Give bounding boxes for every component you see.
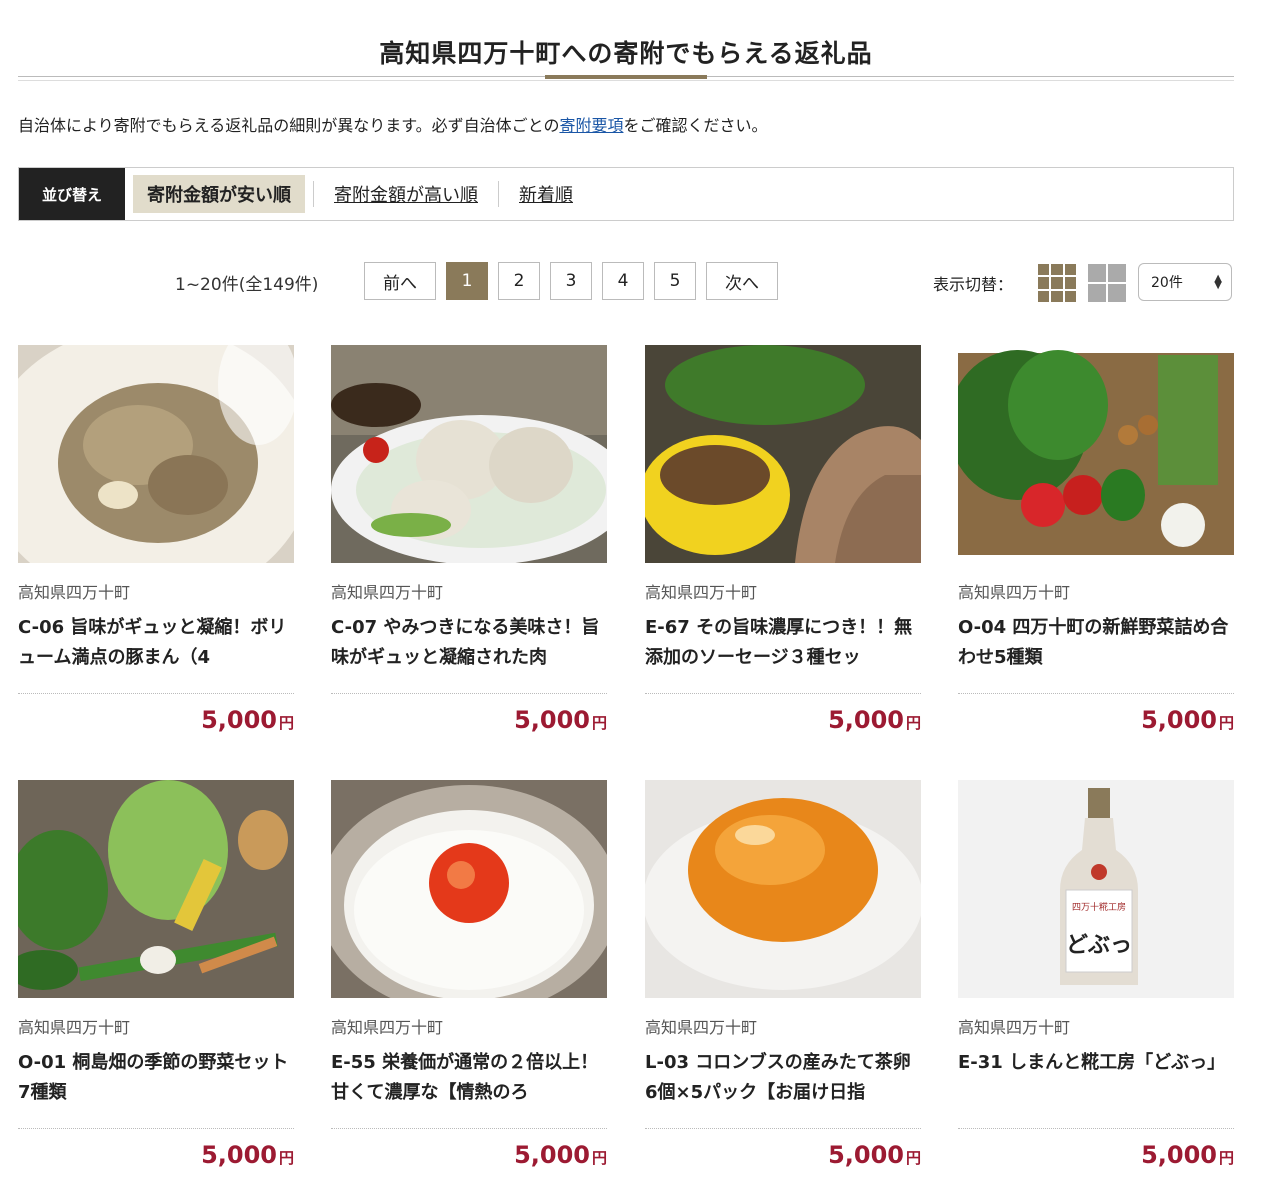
product-card[interactable]: 高知県四万十町 C-07 やみつきになる美味さ！旨味がギュッと凝縮された肉 5,…	[331, 345, 607, 734]
product-card[interactable]: 高知県四万十町 C-06 旨味がギュッと凝縮！ボリューム満点の豚まん（4 5,0…	[18, 345, 294, 734]
product-name[interactable]: O-04 四万十町の新鮮野菜詰め合わせ5種類	[958, 613, 1234, 673]
product-name[interactable]: L-03 コロンブスの産みたて茶卵 6個×5パック【お届け日指	[645, 1048, 921, 1108]
product-image-pork-bun[interactable]	[18, 345, 294, 563]
price-value: 5,000	[1141, 706, 1217, 734]
card-divider	[331, 693, 607, 694]
product-price: 5,000 円	[18, 1141, 294, 1169]
page-button-1[interactable]: 1	[446, 262, 488, 300]
result-count: 1~20件(全149件)	[175, 275, 319, 295]
card-divider	[645, 1128, 921, 1129]
card-divider	[958, 1128, 1234, 1129]
product-image-doburoku-bottle[interactable]: 四万十糀工房 どぶっ	[958, 780, 1234, 998]
municipality: 高知県四万十町	[331, 1018, 444, 1037]
product-image-sausage[interactable]	[645, 345, 921, 563]
page-title: 高知県四万十町への寄附でもらえる返礼品	[379, 39, 873, 68]
sort-price-ascending[interactable]: 寄附金額が安い順	[133, 175, 305, 213]
product-card[interactable]: 高知県四万十町 L-03 コロンブスの産みたて茶卵 6個×5パック【お届け日指 …	[645, 780, 921, 1169]
product-price: 5,000 円	[18, 706, 294, 734]
price-value: 5,000	[828, 706, 904, 734]
card-divider	[18, 1128, 294, 1129]
view-toggle-label: 表示切替：	[933, 275, 1014, 294]
title-accent-bar	[545, 75, 707, 79]
card-divider	[958, 693, 1234, 694]
per-page-select[interactable]: 20件 ▲ ▼	[1138, 263, 1232, 301]
product-name[interactable]: C-06 旨味がギュッと凝縮！ボリューム満点の豚まん（4	[18, 613, 294, 673]
product-name[interactable]: E-55 栄養価が通常の２倍以上！甘くて濃厚な【情熱のろ	[331, 1048, 607, 1108]
price-value: 5,000	[514, 706, 590, 734]
price-value: 5,000	[201, 706, 277, 734]
product-price: 5,000 円	[331, 1141, 607, 1169]
page-header: 高知県四万十町への寄附でもらえる返礼品	[18, 0, 1234, 82]
product-price: 5,000 円	[645, 1141, 921, 1169]
product-image-vegetables-5[interactable]	[958, 345, 1234, 563]
price-unit: 円	[591, 714, 607, 732]
sort-price-descending[interactable]: 寄附金額が高い順	[314, 180, 498, 208]
bottle-title-text: どぶっ	[1066, 933, 1132, 958]
product-name[interactable]: E-67 その旨味濃厚につき！！無添加のソーセージ３種セッ	[645, 613, 921, 673]
municipality: 高知県四万十町	[958, 1018, 1071, 1037]
product-card[interactable]: 高知県四万十町 O-04 四万十町の新鮮野菜詰め合わせ5種類 5,000 円	[958, 345, 1234, 734]
price-unit: 円	[1218, 1149, 1234, 1167]
grid-2x2-icon[interactable]	[1088, 264, 1126, 302]
product-image-egg[interactable]	[645, 780, 921, 998]
card-divider	[331, 1128, 607, 1129]
price-value: 5,000	[1141, 1141, 1217, 1169]
product-price: 5,000 円	[958, 706, 1234, 734]
page-button-5[interactable]: 5	[654, 262, 696, 300]
product-price: 5,000 円	[331, 706, 607, 734]
product-card[interactable]: 高知県四万十町 E-67 その旨味濃厚につき！！無添加のソーセージ３種セッ 5,…	[645, 345, 921, 734]
product-image-egg-rice[interactable]	[331, 780, 607, 998]
product-price: 5,000 円	[958, 1141, 1234, 1169]
price-value: 5,000	[828, 1141, 904, 1169]
card-divider	[645, 693, 921, 694]
municipality: 高知県四万十町	[645, 583, 758, 602]
price-unit: 円	[591, 1149, 607, 1167]
municipality: 高知県四万十町	[331, 583, 444, 602]
notice-before: 自治体により寄附でもらえる返礼品の細則が異なります。必ず自治体ごとの	[18, 116, 560, 135]
product-card[interactable]: 高知県四万十町 E-55 栄養価が通常の２倍以上！甘くて濃厚な【情熱のろ 5,0…	[331, 780, 607, 1169]
pagination: 前へ 1 2 3 4 5 次へ	[364, 262, 778, 300]
notice-text: 自治体により寄附でもらえる返礼品の細則が異なります。必ず自治体ごとの寄附要項をご…	[18, 112, 767, 136]
next-page-button[interactable]: 次へ	[706, 262, 778, 300]
price-value: 5,000	[514, 1141, 590, 1169]
product-name[interactable]: E-31 しまんと糀工房「どぶっ」	[958, 1048, 1234, 1108]
title-divider-secondary	[18, 80, 1234, 81]
page-button-2[interactable]: 2	[498, 262, 540, 300]
price-unit: 円	[278, 714, 294, 732]
product-name[interactable]: C-07 やみつきになる美味さ！旨味がギュッと凝縮された肉	[331, 613, 607, 673]
price-unit: 円	[1218, 714, 1234, 732]
product-image-vegetables-7[interactable]	[18, 780, 294, 998]
product-name[interactable]: O-01 桐島畑の季節の野菜セット 7種類	[18, 1048, 294, 1108]
product-card[interactable]: 四万十糀工房 どぶっ 高知県四万十町 E-31 しまんと糀工房「どぶっ」 5,0…	[958, 780, 1234, 1169]
price-unit: 円	[905, 1149, 921, 1167]
sort-bar: 並び替え 寄附金額が安い順 寄附金額が高い順 新着順	[18, 167, 1234, 221]
bottle-brand-text: 四万十糀工房	[1072, 901, 1126, 913]
municipality: 高知県四万十町	[645, 1018, 758, 1037]
card-divider	[18, 693, 294, 694]
page-button-4[interactable]: 4	[602, 262, 644, 300]
sort-label: 並び替え	[19, 168, 125, 220]
price-unit: 円	[278, 1149, 294, 1167]
municipality: 高知県四万十町	[958, 583, 1071, 602]
price-unit: 円	[905, 714, 921, 732]
product-image-shumai[interactable]	[331, 345, 607, 563]
sort-newest[interactable]: 新着順	[499, 180, 593, 208]
prev-page-button[interactable]: 前へ	[364, 262, 436, 300]
product-price: 5,000 円	[645, 706, 921, 734]
price-value: 5,000	[201, 1141, 277, 1169]
grid-3x3-icon[interactable]	[1038, 264, 1076, 302]
page-button-3[interactable]: 3	[550, 262, 592, 300]
per-page-value: 20件	[1151, 275, 1183, 291]
municipality: 高知県四万十町	[18, 1018, 131, 1037]
donation-guidelines-link[interactable]: 寄附要項	[559, 116, 623, 135]
select-arrows-icon: ▲ ▼	[1214, 273, 1222, 291]
product-card[interactable]: 高知県四万十町 O-01 桐島畑の季節の野菜セット 7種類 5,000 円	[18, 780, 294, 1169]
municipality: 高知県四万十町	[18, 583, 131, 602]
notice-after: をご確認ください。	[623, 116, 768, 135]
